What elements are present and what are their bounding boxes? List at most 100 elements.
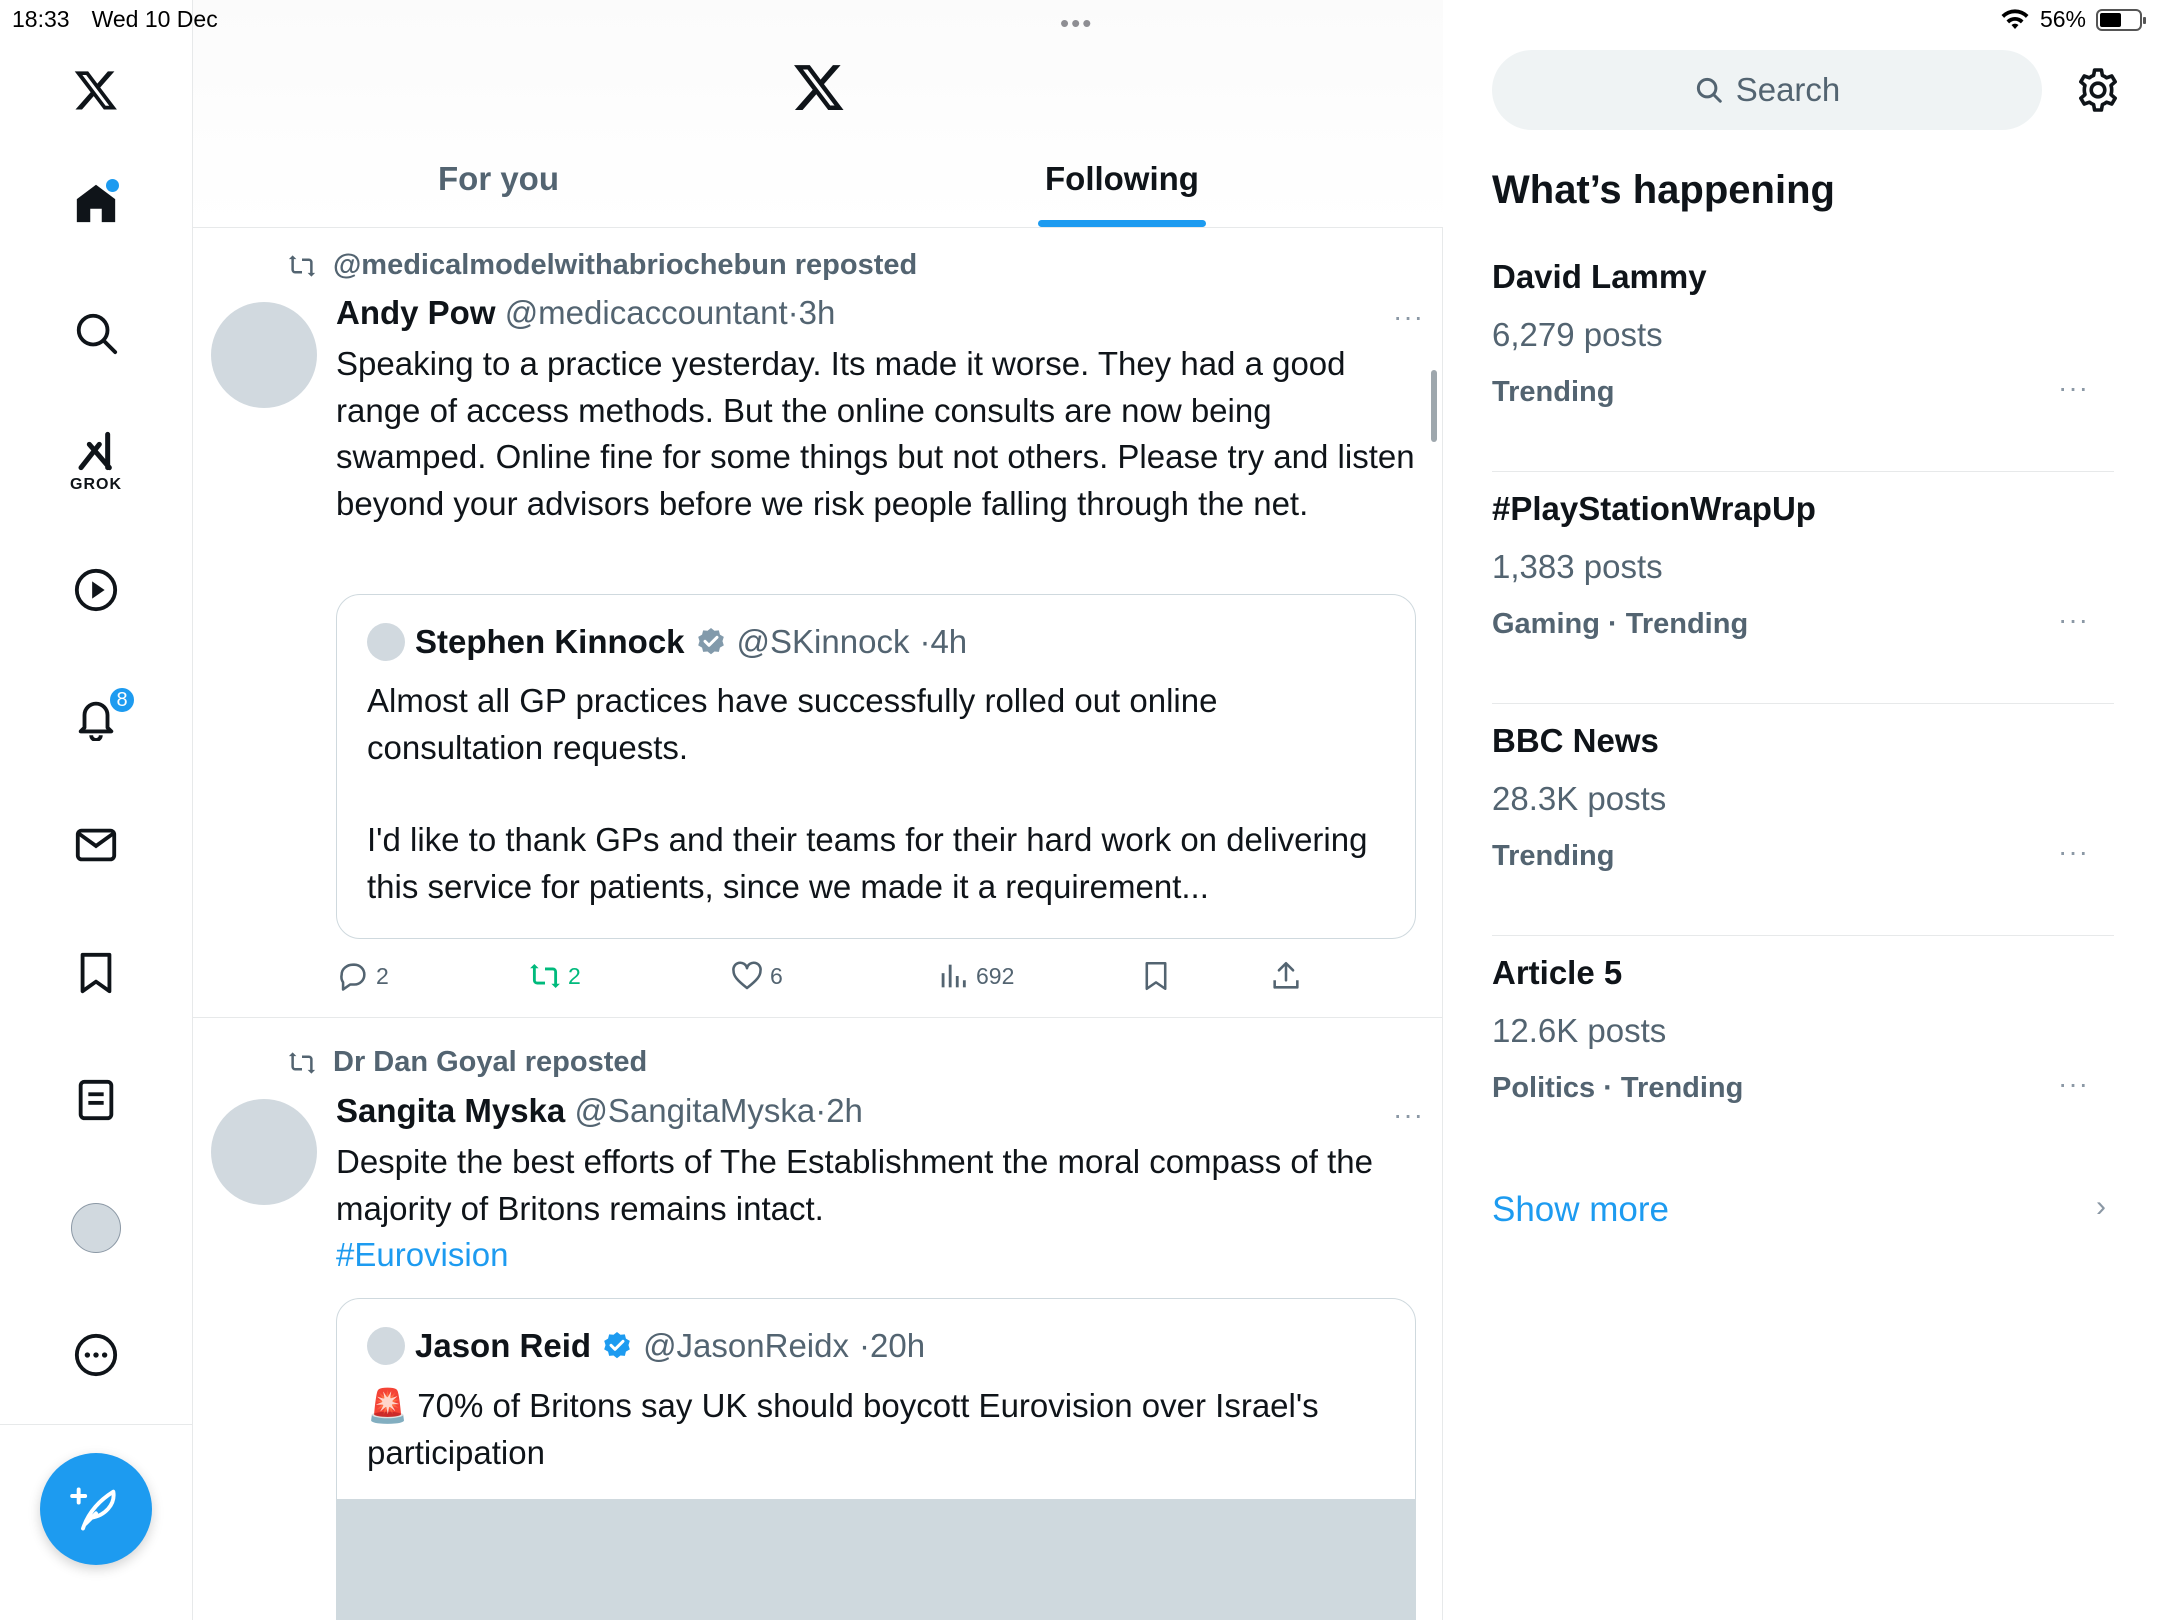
- verified-blue-icon: [604, 1332, 630, 1359]
- repost-by-text: Dr Dan Goyal reposted: [333, 1046, 648, 1078]
- nav-lists[interactable]: [56, 1060, 136, 1140]
- nav-bookmarks[interactable]: [56, 933, 136, 1013]
- like-button[interactable]: 6: [730, 959, 783, 993]
- status-time: 18:33: [12, 6, 70, 32]
- nav-explore[interactable]: [56, 293, 136, 373]
- trend-more-button[interactable]: ···: [2058, 1068, 2089, 1100]
- left-nav: GROK 8: [0, 0, 193, 1620]
- trend-name: David Lammy: [1492, 258, 1707, 295]
- whats-happening-heading: What’s happening: [1492, 168, 1835, 212]
- search-icon: [76, 313, 118, 355]
- nav-divider: [0, 1424, 193, 1425]
- trend-post-count: 12.6K posts: [1492, 1012, 1667, 1049]
- quoted-author-avatar: [367, 1327, 405, 1365]
- wifi-icon: [2001, 8, 2029, 29]
- nav-more[interactable]: [56, 1315, 136, 1395]
- author-avatar[interactable]: [211, 302, 317, 408]
- trend-meta: Trending: [1492, 840, 1615, 872]
- post-more-button[interactable]: ···: [1393, 301, 1424, 333]
- battery-icon: [2096, 8, 2146, 31]
- trend-item[interactable]: #PlayStationWrapUp 1,383 posts Gaming · …: [1492, 472, 2114, 704]
- search-icon: [1696, 77, 1722, 103]
- tab-following[interactable]: Following: [1045, 160, 1199, 198]
- status-bar: 18:33 Wed 10 Dec ••• 56%: [0, 0, 2160, 40]
- repost-icon: [288, 254, 316, 277]
- timeline-scrollbar[interactable]: [1431, 370, 1437, 442]
- repost-context: @medicalmodelwithabriochebun reposted: [285, 249, 917, 282]
- trend-item[interactable]: David Lammy 6,279 posts Trending ···: [1492, 240, 2114, 472]
- battery-level: [2100, 12, 2122, 27]
- quoted-post-header: Jason Reid @JasonReidx ·20h: [367, 1327, 925, 1365]
- post-actions: 2 2 6 692: [336, 959, 1336, 999]
- heart-icon: [732, 961, 762, 990]
- quoted-post-media[interactable]: [337, 1499, 1415, 1620]
- bookmark-icon: [80, 952, 112, 994]
- trend-item[interactable]: BBC News 28.3K posts Trending ···: [1492, 704, 2114, 936]
- author-name[interactable]: Sangita Myska: [336, 1092, 565, 1129]
- repost-count: 2: [568, 962, 581, 989]
- nav-video[interactable]: [56, 550, 136, 630]
- trend-meta: Trending: [1492, 376, 1615, 408]
- quoted-post-text-1: Almost all GP practices have successfull…: [367, 682, 1218, 766]
- trend-post-count: 28.3K posts: [1492, 780, 1667, 817]
- trend-item[interactable]: Article 5 12.6K posts Politics · Trendin…: [1492, 936, 2114, 1168]
- author-handle[interactable]: @SangitaMyska: [574, 1092, 815, 1129]
- views-button[interactable]: 692: [936, 959, 1014, 993]
- bookmark-button[interactable]: [1139, 959, 1173, 993]
- x-logo-icon: [794, 65, 844, 110]
- author-handle[interactable]: @medicaccountant: [505, 294, 788, 331]
- author-name[interactable]: Andy Pow: [336, 294, 496, 331]
- reply-icon: [340, 963, 366, 991]
- profile-avatar: [71, 1203, 121, 1253]
- post-time: ·3h: [787, 294, 836, 331]
- quoted-post[interactable]: Jason Reid @JasonReidx ·20h 🚨 70% of Brit…: [336, 1298, 1416, 1620]
- quoted-post-text-2: I'd like to thank GPs and their teams fo…: [367, 821, 1368, 905]
- search-input[interactable]: Search: [1492, 50, 2042, 130]
- nav-messages[interactable]: [56, 805, 136, 885]
- quoted-author-avatar: [367, 623, 405, 661]
- view-count: 692: [976, 962, 1015, 989]
- right-sidebar: Search What’s happening David Lammy 6,27…: [1444, 0, 2160, 1620]
- trend-more-button[interactable]: ···: [2058, 604, 2089, 636]
- quoted-post[interactable]: Stephen Kinnock @SKinnock ·4h Almost all …: [336, 594, 1416, 939]
- quoted-post-time: ·20h: [859, 1327, 926, 1364]
- compose-post-button[interactable]: [40, 1453, 152, 1565]
- post[interactable]: @medicalmodelwithabriochebun reposted An…: [193, 229, 1443, 1018]
- trend-meta: Gaming · Trending: [1492, 608, 1749, 640]
- gear-icon[interactable]: [2074, 66, 2122, 114]
- trend-more-button[interactable]: ···: [2058, 372, 2089, 404]
- compose-feather-icon: [70, 1487, 116, 1531]
- grok-label: GROK: [70, 476, 122, 493]
- post-header: Sangita Myska @SangitaMyska·2h: [336, 1092, 863, 1130]
- quoted-author-name: Jason Reid: [415, 1327, 592, 1364]
- play-icon: [74, 568, 118, 612]
- x-logo-button[interactable]: [56, 50, 136, 130]
- active-tab-indicator: [1038, 220, 1206, 227]
- show-more-link[interactable]: Show more: [1492, 1190, 1669, 1230]
- trend-more-button[interactable]: ···: [2058, 836, 2089, 868]
- post-text: Speaking to a practice yesterday. Its ma…: [336, 345, 1415, 522]
- post-more-button[interactable]: ···: [1393, 1099, 1424, 1131]
- nav-home[interactable]: [56, 163, 136, 243]
- multitasking-dots[interactable]: •••: [1060, 8, 1093, 39]
- share-button[interactable]: [1269, 959, 1303, 993]
- tab-for-you[interactable]: For you: [438, 160, 559, 198]
- repost-context: Dr Dan Goyal reposted: [285, 1046, 647, 1079]
- app-root: 18:33 Wed 10 Dec ••• 56% GROK 8 For you …: [0, 0, 2160, 1620]
- nav-grok[interactable]: GROK: [56, 420, 136, 500]
- nav-profile[interactable]: [56, 1188, 136, 1268]
- reply-button[interactable]: 2: [336, 959, 389, 993]
- repost-button[interactable]: 2: [528, 959, 581, 993]
- chevron-right-icon[interactable]: ›: [2096, 1190, 2106, 1224]
- post-time: ·2h: [815, 1092, 863, 1129]
- repost-by-text: @medicalmodelwithabriochebun reposted: [333, 249, 918, 281]
- post-header: Andy Pow @medicaccountant·3h: [336, 294, 835, 332]
- list-icon: [78, 1079, 114, 1121]
- siren-emoji-icon: 🚨: [367, 1387, 409, 1424]
- hashtag-link[interactable]: #Eurovision: [336, 1236, 508, 1274]
- trend-meta: Politics · Trending: [1492, 1072, 1744, 1104]
- nav-notifications[interactable]: 8: [56, 678, 136, 758]
- post[interactable]: Dr Dan Goyal reposted Sangita Myska @San…: [193, 1019, 1443, 1620]
- reply-count: 2: [376, 962, 389, 989]
- author-avatar[interactable]: [211, 1099, 317, 1205]
